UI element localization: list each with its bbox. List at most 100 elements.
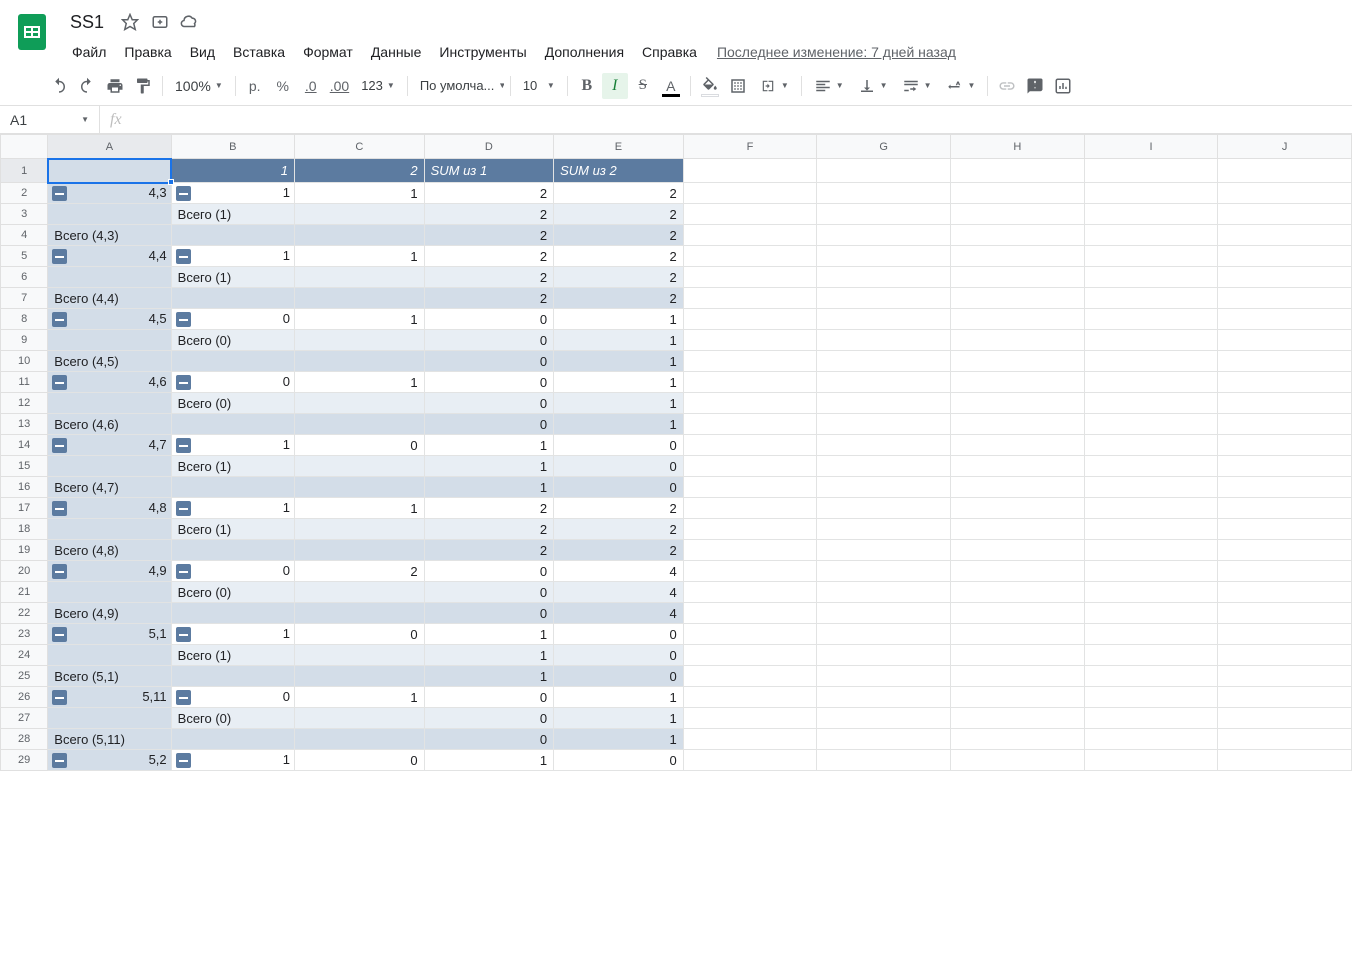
cell[interactable] bbox=[1218, 159, 1352, 183]
cell[interactable] bbox=[817, 330, 951, 351]
cell[interactable] bbox=[1084, 540, 1218, 561]
collapse-icon[interactable] bbox=[52, 249, 67, 264]
collapse-icon[interactable] bbox=[176, 438, 191, 453]
cell[interactable] bbox=[950, 603, 1084, 624]
cell[interactable]: 2 bbox=[554, 540, 684, 561]
cell[interactable]: 0 bbox=[295, 435, 425, 456]
fill-color-button[interactable] bbox=[697, 73, 723, 99]
cell[interactable] bbox=[1084, 225, 1218, 246]
cell[interactable]: 1 bbox=[554, 414, 684, 435]
cell[interactable]: 1 bbox=[171, 246, 294, 267]
cell[interactable]: 0 bbox=[171, 561, 294, 582]
cell[interactable] bbox=[817, 393, 951, 414]
cell[interactable] bbox=[1084, 687, 1218, 708]
cell[interactable]: 0 bbox=[424, 309, 554, 330]
cell[interactable]: 2 bbox=[424, 183, 554, 204]
cell[interactable] bbox=[1084, 309, 1218, 330]
cell[interactable] bbox=[1218, 582, 1352, 603]
cell[interactable] bbox=[171, 540, 294, 561]
cell[interactable]: 1 bbox=[295, 183, 425, 204]
cell[interactable] bbox=[950, 414, 1084, 435]
cell[interactable]: Всего (1) bbox=[171, 645, 294, 666]
row-header[interactable]: 22 bbox=[1, 603, 48, 624]
row-header[interactable]: 12 bbox=[1, 393, 48, 414]
select-all-corner[interactable] bbox=[1, 135, 48, 159]
cell[interactable]: 1 bbox=[171, 159, 294, 183]
row-header[interactable]: 11 bbox=[1, 372, 48, 393]
cell[interactable] bbox=[950, 225, 1084, 246]
cell[interactable] bbox=[1084, 435, 1218, 456]
cell[interactable] bbox=[1084, 624, 1218, 645]
cell[interactable] bbox=[817, 624, 951, 645]
cell[interactable] bbox=[683, 498, 817, 519]
cell[interactable]: 1 bbox=[295, 246, 425, 267]
cell-A1[interactable] bbox=[48, 159, 171, 183]
vertical-align-button[interactable]: ▼ bbox=[852, 73, 894, 99]
cell[interactable]: Всего (0) bbox=[171, 582, 294, 603]
cell[interactable]: 1 bbox=[424, 435, 554, 456]
cell[interactable]: 0 bbox=[171, 687, 294, 708]
collapse-icon[interactable] bbox=[176, 186, 191, 201]
cell[interactable] bbox=[950, 393, 1084, 414]
cell[interactable] bbox=[48, 204, 171, 225]
cell[interactable]: 1 bbox=[295, 372, 425, 393]
cell[interactable] bbox=[1218, 603, 1352, 624]
cell[interactable]: Всего (0) bbox=[171, 708, 294, 729]
cell[interactable] bbox=[950, 540, 1084, 561]
cell[interactable] bbox=[683, 645, 817, 666]
cell[interactable] bbox=[1218, 687, 1352, 708]
cell[interactable]: 1 bbox=[554, 309, 684, 330]
cell[interactable]: 0 bbox=[424, 603, 554, 624]
cell[interactable] bbox=[817, 750, 951, 771]
collapse-icon[interactable] bbox=[176, 690, 191, 705]
cell[interactable]: 4,5 bbox=[48, 309, 171, 330]
menu-tools[interactable]: Инструменты bbox=[431, 40, 534, 64]
row-header[interactable]: 28 bbox=[1, 729, 48, 750]
increase-decimal-button[interactable]: .00 bbox=[326, 73, 353, 99]
cell[interactable]: 2 bbox=[424, 267, 554, 288]
cell[interactable]: 1 bbox=[554, 393, 684, 414]
column-header-F[interactable]: F bbox=[683, 135, 817, 159]
cell[interactable] bbox=[295, 729, 425, 750]
cell[interactable] bbox=[295, 393, 425, 414]
cell[interactable]: 0 bbox=[554, 645, 684, 666]
cell[interactable] bbox=[683, 159, 817, 183]
collapse-icon[interactable] bbox=[176, 501, 191, 516]
cell[interactable]: 0 bbox=[554, 624, 684, 645]
cell[interactable] bbox=[1218, 645, 1352, 666]
cell[interactable] bbox=[683, 603, 817, 624]
cell[interactable] bbox=[1218, 561, 1352, 582]
menu-addons[interactable]: Дополнения bbox=[537, 40, 632, 64]
text-color-button[interactable]: A bbox=[658, 73, 684, 99]
column-header-D[interactable]: D bbox=[424, 135, 554, 159]
cell[interactable] bbox=[683, 540, 817, 561]
text-rotation-button[interactable]: ▼ bbox=[940, 73, 982, 99]
cell[interactable]: 2 bbox=[554, 225, 684, 246]
row-header[interactable]: 3 bbox=[1, 204, 48, 225]
cell[interactable] bbox=[295, 267, 425, 288]
cell[interactable] bbox=[48, 582, 171, 603]
cell[interactable]: Всего (4,8) bbox=[48, 540, 171, 561]
cell[interactable]: 4,7 bbox=[48, 435, 171, 456]
cell[interactable]: SUM из 1 bbox=[424, 159, 554, 183]
cell[interactable] bbox=[950, 624, 1084, 645]
cell[interactable] bbox=[950, 708, 1084, 729]
cell[interactable]: 2 bbox=[295, 159, 425, 183]
cell[interactable] bbox=[950, 435, 1084, 456]
cell[interactable]: 0 bbox=[424, 414, 554, 435]
cell[interactable] bbox=[1084, 498, 1218, 519]
collapse-icon[interactable] bbox=[176, 753, 191, 768]
cell[interactable] bbox=[1084, 159, 1218, 183]
cell[interactable] bbox=[171, 351, 294, 372]
print-button[interactable] bbox=[102, 73, 128, 99]
cell[interactable] bbox=[817, 708, 951, 729]
strikethrough-button[interactable]: S bbox=[630, 73, 656, 99]
cell[interactable] bbox=[817, 435, 951, 456]
row-header[interactable]: 5 bbox=[1, 246, 48, 267]
column-header-H[interactable]: H bbox=[950, 135, 1084, 159]
cell[interactable] bbox=[295, 708, 425, 729]
italic-button[interactable]: I bbox=[602, 73, 628, 99]
cell[interactable]: 1 bbox=[554, 351, 684, 372]
cell[interactable] bbox=[817, 267, 951, 288]
cell[interactable] bbox=[1084, 603, 1218, 624]
